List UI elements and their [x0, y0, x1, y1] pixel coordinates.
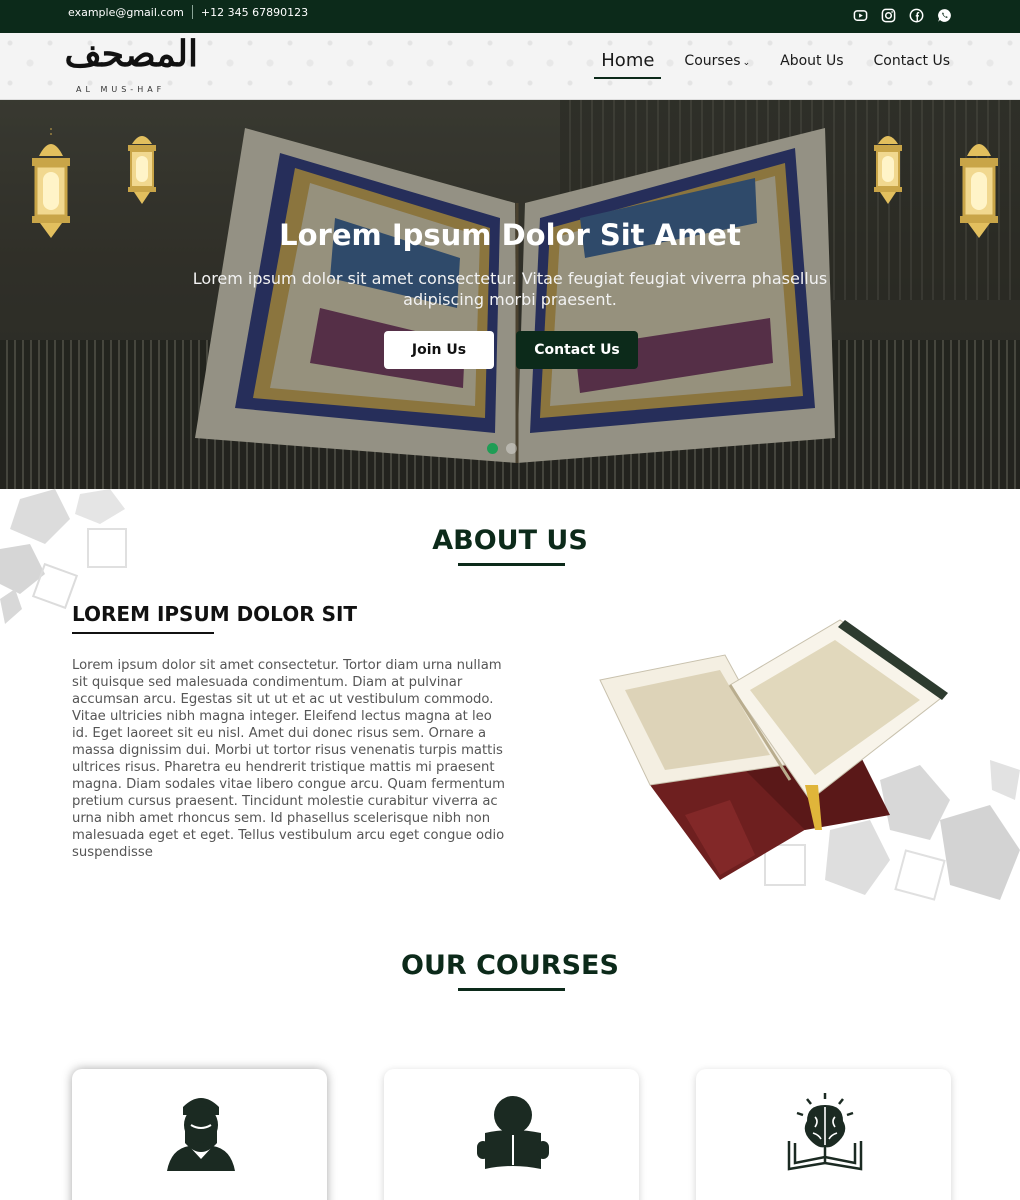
contact-info: example@gmail.com +12 345 67890123 — [68, 5, 308, 19]
hero-banner: Lorem Ipsum Dolor Sit Amet Lorem ipsum d… — [0, 100, 1020, 489]
about-heading: LOREM IPSUM DOLOR SIT — [72, 602, 358, 626]
carousel-dot-1[interactable] — [487, 443, 498, 454]
logo-arabic-text: المصحف — [64, 33, 198, 75]
divider — [191, 5, 193, 19]
youtube-icon[interactable] — [852, 7, 868, 23]
courses-section-title: OUR COURSES — [401, 950, 619, 981]
lantern-icon — [874, 136, 902, 204]
nav-courses-label: Courses — [684, 53, 741, 69]
carousel-dots — [487, 443, 517, 454]
hero-title: Lorem Ipsum Dolor Sit Amet — [279, 218, 741, 252]
logo-latin-text: AL MUS-HAF — [76, 85, 166, 94]
navbar: المصحف AL MUS-HAF Home Courses ⌄ About Us… — [0, 33, 1020, 100]
hero-subtitle: Lorem ipsum dolor sit amet consectetur. … — [192, 269, 828, 309]
course-card[interactable] — [72, 1069, 327, 1200]
about-section-title: ABOUT US — [432, 525, 588, 556]
reader-icon — [477, 1096, 549, 1169]
nav-about[interactable]: About Us — [780, 53, 843, 69]
contact-us-button[interactable]: Contact Us — [516, 331, 638, 369]
brain-book-icon — [787, 1093, 863, 1171]
about-title-underline — [458, 563, 565, 566]
about-heading-underline — [72, 632, 214, 634]
phone-link[interactable]: +12 345 67890123 — [201, 6, 308, 19]
site-logo[interactable]: المصحف AL MUS-HAF — [64, 33, 200, 97]
carousel-dot-2[interactable] — [506, 443, 517, 454]
nav-courses[interactable]: Courses ⌄ — [684, 53, 750, 69]
main-nav: Home Courses ⌄ About Us Contact Us — [594, 50, 950, 79]
about-body-text: Lorem ipsum dolor sit amet consectetur. … — [72, 658, 505, 860]
join-us-button[interactable]: Join Us — [384, 331, 494, 369]
course-card[interactable] — [384, 1069, 639, 1200]
top-bar: example@gmail.com +12 345 67890123 — [0, 0, 1020, 33]
course-card[interactable] — [696, 1069, 951, 1200]
facebook-icon[interactable] — [908, 7, 924, 23]
nav-contact[interactable]: Contact Us — [874, 53, 950, 69]
social-links — [852, 7, 952, 23]
email-link[interactable]: example@gmail.com — [68, 6, 184, 19]
teacher-icon — [167, 1098, 235, 1171]
chevron-down-icon: ⌄ — [742, 58, 751, 68]
instagram-icon[interactable] — [880, 7, 896, 23]
lantern-icon — [128, 136, 156, 204]
whatsapp-icon[interactable] — [936, 7, 952, 23]
nav-home[interactable]: Home — [594, 50, 662, 79]
quran-on-stand-image — [599, 619, 948, 880]
courses-title-underline — [458, 988, 565, 991]
